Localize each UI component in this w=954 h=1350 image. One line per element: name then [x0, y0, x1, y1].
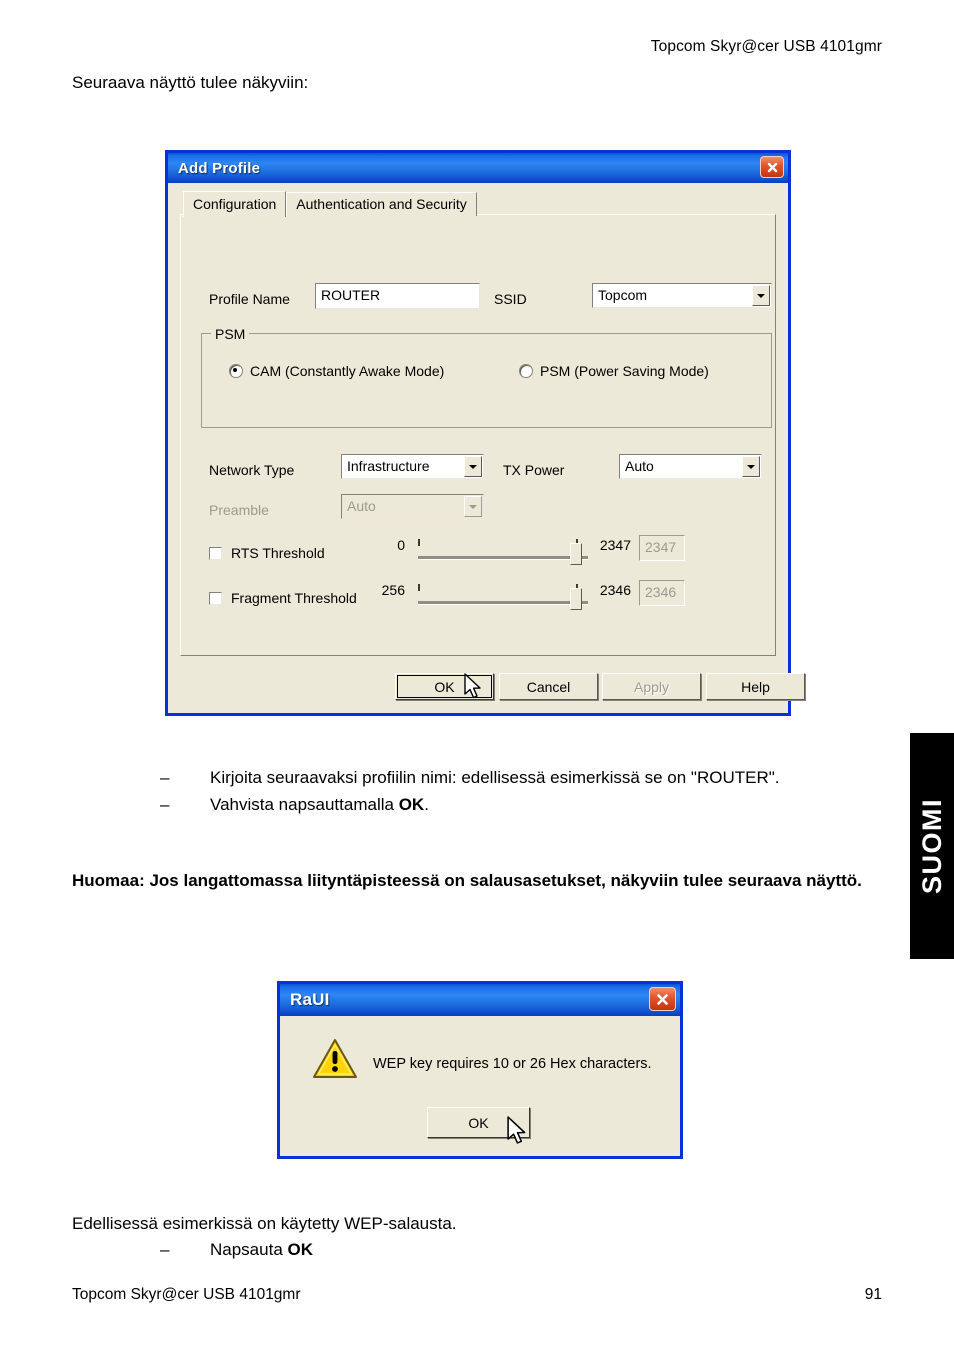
tabstrip: Configuration Authentication and Securit… — [183, 191, 477, 217]
list-item-text: Vahvista napsauttamalla OK. — [210, 792, 890, 817]
configuration-tab-panel: Profile Name ROUTER SSID Topcom PSM CAM … — [180, 214, 776, 656]
tx-power-label: TX Power — [503, 462, 565, 478]
rts-threshold-max: 2347 — [599, 537, 631, 553]
list-item: – Kirjoita seuraavaksi profiilin nimi: e… — [160, 765, 890, 790]
psm-group-title: PSM — [211, 326, 250, 342]
list-bullet-dash: – — [160, 795, 170, 814]
list-item: – Vahvista napsauttamalla OK. — [160, 792, 890, 817]
network-type-combobox[interactable]: Infrastructure — [341, 454, 484, 479]
chevron-down-icon[interactable] — [752, 285, 770, 306]
ok-button[interactable]: OK — [395, 673, 494, 700]
psm-groupbox: PSM CAM (Constantly Awake Mode) PSM (Pow… — [201, 326, 772, 428]
slider-thumb[interactable] — [570, 588, 582, 610]
closing-text-before: Napsauta — [210, 1240, 288, 1259]
tab-authentication-and-security[interactable]: Authentication and Security — [286, 192, 477, 216]
checkbox-label: Fragment Threshold — [231, 590, 357, 606]
raui-titlebar: RaUI — [280, 984, 680, 1016]
closing-paragraph: Edellisessä esimerkissä on käytetty WEP-… — [72, 1214, 457, 1233]
fragment-threshold-value: 2346 — [639, 580, 685, 606]
fragment-threshold-max: 2346 — [599, 582, 631, 598]
slider-tick-min — [418, 584, 420, 591]
checkbox-indicator — [209, 546, 222, 560]
language-side-tab-label: SUOMI — [916, 797, 947, 894]
preamble-label: Preamble — [209, 502, 269, 518]
page-header-title: Topcom Skyr@cer USB 4101gmr — [650, 38, 882, 55]
add-profile-dialog: Add Profile Configuration Authentication… — [165, 150, 805, 716]
radio-cam-constantly-awake-mode[interactable]: CAM (Constantly Awake Mode) — [229, 363, 444, 379]
list-item-text-before: Vahvista napsauttamalla — [210, 795, 399, 814]
list-item-text-bold: OK — [398, 795, 425, 814]
preamble-value: Auto — [347, 498, 376, 514]
list-bullet-dash: – — [160, 1240, 170, 1259]
list-item-text: Napsauta OK — [210, 1240, 313, 1260]
radio-indicator — [229, 364, 243, 378]
language-side-tab-suomi: SUOMI — [910, 733, 954, 959]
close-icon[interactable] — [760, 156, 784, 178]
rts-threshold-value: 2347 — [639, 535, 685, 561]
raui-message-text: WEP key requires 10 or 26 Hex characters… — [373, 1056, 652, 1072]
raui-title: RaUI — [290, 990, 330, 1009]
close-icon[interactable] — [649, 987, 676, 1011]
raui-body: WEP key requires 10 or 26 Hex characters… — [280, 1016, 680, 1156]
checkbox-fragment-threshold[interactable]: Fragment Threshold — [209, 590, 357, 606]
ssid-combobox[interactable]: Topcom — [592, 283, 772, 308]
cancel-button[interactable]: Cancel — [499, 673, 598, 700]
list-bullet-dash: – — [160, 768, 170, 787]
closing-text-bold: OK — [287, 1240, 314, 1259]
checkbox-indicator — [209, 591, 222, 605]
chevron-down-icon[interactable] — [742, 456, 760, 477]
radio-psm-power-saving-mode[interactable]: PSM (Power Saving Mode) — [519, 363, 709, 379]
fragment-threshold-min: 256 — [381, 582, 405, 598]
list-item-text: Kirjoita seuraavaksi profiilin nimi: ede… — [210, 768, 780, 787]
closing-list-item: – Napsauta OK — [160, 1240, 313, 1260]
fragment-threshold-slider[interactable] — [418, 582, 588, 612]
network-type-value: Infrastructure — [347, 458, 430, 474]
warning-triangle-icon — [312, 1038, 358, 1085]
apply-button: Apply — [602, 673, 701, 700]
note-paragraph: Huomaa: Jos langattomassa liityntäpistee… — [72, 871, 862, 890]
profile-name-input[interactable]: ROUTER — [315, 283, 480, 309]
rts-threshold-min: 0 — [397, 537, 405, 553]
page-number: 91 — [864, 1286, 882, 1303]
radio-label: CAM (Constantly Awake Mode) — [250, 363, 445, 379]
add-profile-body: Configuration Authentication and Securit… — [168, 183, 805, 713]
slider-tick-min — [418, 539, 420, 546]
page-footer-title: Topcom Skyr@cer USB 4101gmr — [72, 1286, 301, 1303]
checkbox-rts-threshold[interactable]: RTS Threshold — [209, 545, 325, 561]
tab-configuration[interactable]: Configuration — [183, 191, 287, 217]
raui-ok-button[interactable]: OK — [427, 1107, 530, 1138]
add-profile-title: Add Profile — [178, 159, 261, 177]
tx-power-value: Auto — [625, 458, 654, 474]
instruction-list: – Kirjoita seuraavaksi profiilin nimi: e… — [160, 765, 890, 817]
list-item-text-after: . — [424, 795, 429, 814]
chevron-down-icon[interactable] — [464, 456, 482, 477]
ssid-label: SSID — [494, 291, 527, 307]
slider-track — [418, 601, 588, 605]
chevron-down-icon — [464, 496, 482, 517]
add-profile-titlebar: Add Profile — [168, 153, 788, 183]
intro-paragraph: Seuraava näyttö tulee näkyviin: — [72, 73, 309, 92]
raui-message-dialog: RaUI WEP key requires 10 or 26 Hex chara… — [277, 981, 683, 1159]
ssid-value: Topcom — [598, 287, 648, 303]
help-button[interactable]: Help — [706, 673, 805, 700]
network-type-label: Network Type — [209, 462, 295, 478]
checkbox-label: RTS Threshold — [231, 545, 325, 561]
radio-label: PSM (Power Saving Mode) — [540, 363, 709, 379]
slider-track — [418, 556, 588, 560]
tx-power-combobox[interactable]: Auto — [619, 454, 762, 479]
slider-thumb[interactable] — [570, 543, 582, 565]
radio-indicator — [519, 364, 533, 378]
profile-name-label: Profile Name — [209, 291, 290, 307]
preamble-combobox: Auto — [341, 494, 484, 519]
rts-threshold-slider[interactable] — [418, 537, 588, 567]
